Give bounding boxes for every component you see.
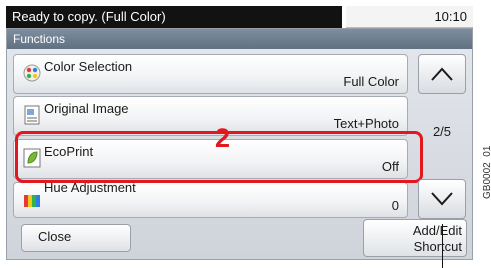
close-button[interactable]: Close — [21, 224, 131, 252]
shortcut-label-line2: Shortcut — [413, 239, 462, 254]
function-row-color-selection[interactable]: Color Selection Full Color — [13, 54, 408, 94]
step-number-label: 2 — [215, 123, 231, 153]
original-image-icon — [22, 105, 42, 125]
add-edit-shortcut-button[interactable]: Add/Edit Shortcut — [363, 219, 467, 257]
chevron-down-icon — [431, 192, 453, 206]
hue-adjustment-icon — [22, 191, 42, 211]
scroll-down-button[interactable] — [418, 179, 466, 219]
status-time: 10:10 — [346, 6, 473, 28]
row-title: Color Selection — [44, 59, 133, 74]
function-row-hue-adjustment[interactable]: Hue Adjustment 0 — [13, 180, 408, 218]
functions-panel: Functions Color Selection Full Color Ori… — [6, 28, 473, 260]
shortcut-label-line1: Add/Edit — [412, 223, 462, 238]
callout-line — [442, 224, 443, 268]
row-value: Text+Photo — [333, 116, 399, 131]
chevron-up-icon — [431, 67, 453, 81]
color-selection-icon — [22, 63, 42, 83]
page-indicator: 2/5 — [432, 124, 452, 139]
function-row-original-image[interactable]: Original Image Text+Photo — [13, 96, 408, 136]
panel-title: Functions — [7, 29, 472, 49]
row-value: 0 — [391, 198, 399, 213]
row-value: Full Color — [343, 74, 399, 89]
figure-id-label: GB0002_01 — [482, 145, 491, 199]
status-message: Ready to copy. (Full Color) — [6, 6, 342, 28]
status-bar: Ready to copy. (Full Color) 10:10 — [6, 6, 473, 28]
scroll-up-button[interactable] — [418, 54, 466, 94]
row-title: Original Image — [44, 101, 129, 116]
